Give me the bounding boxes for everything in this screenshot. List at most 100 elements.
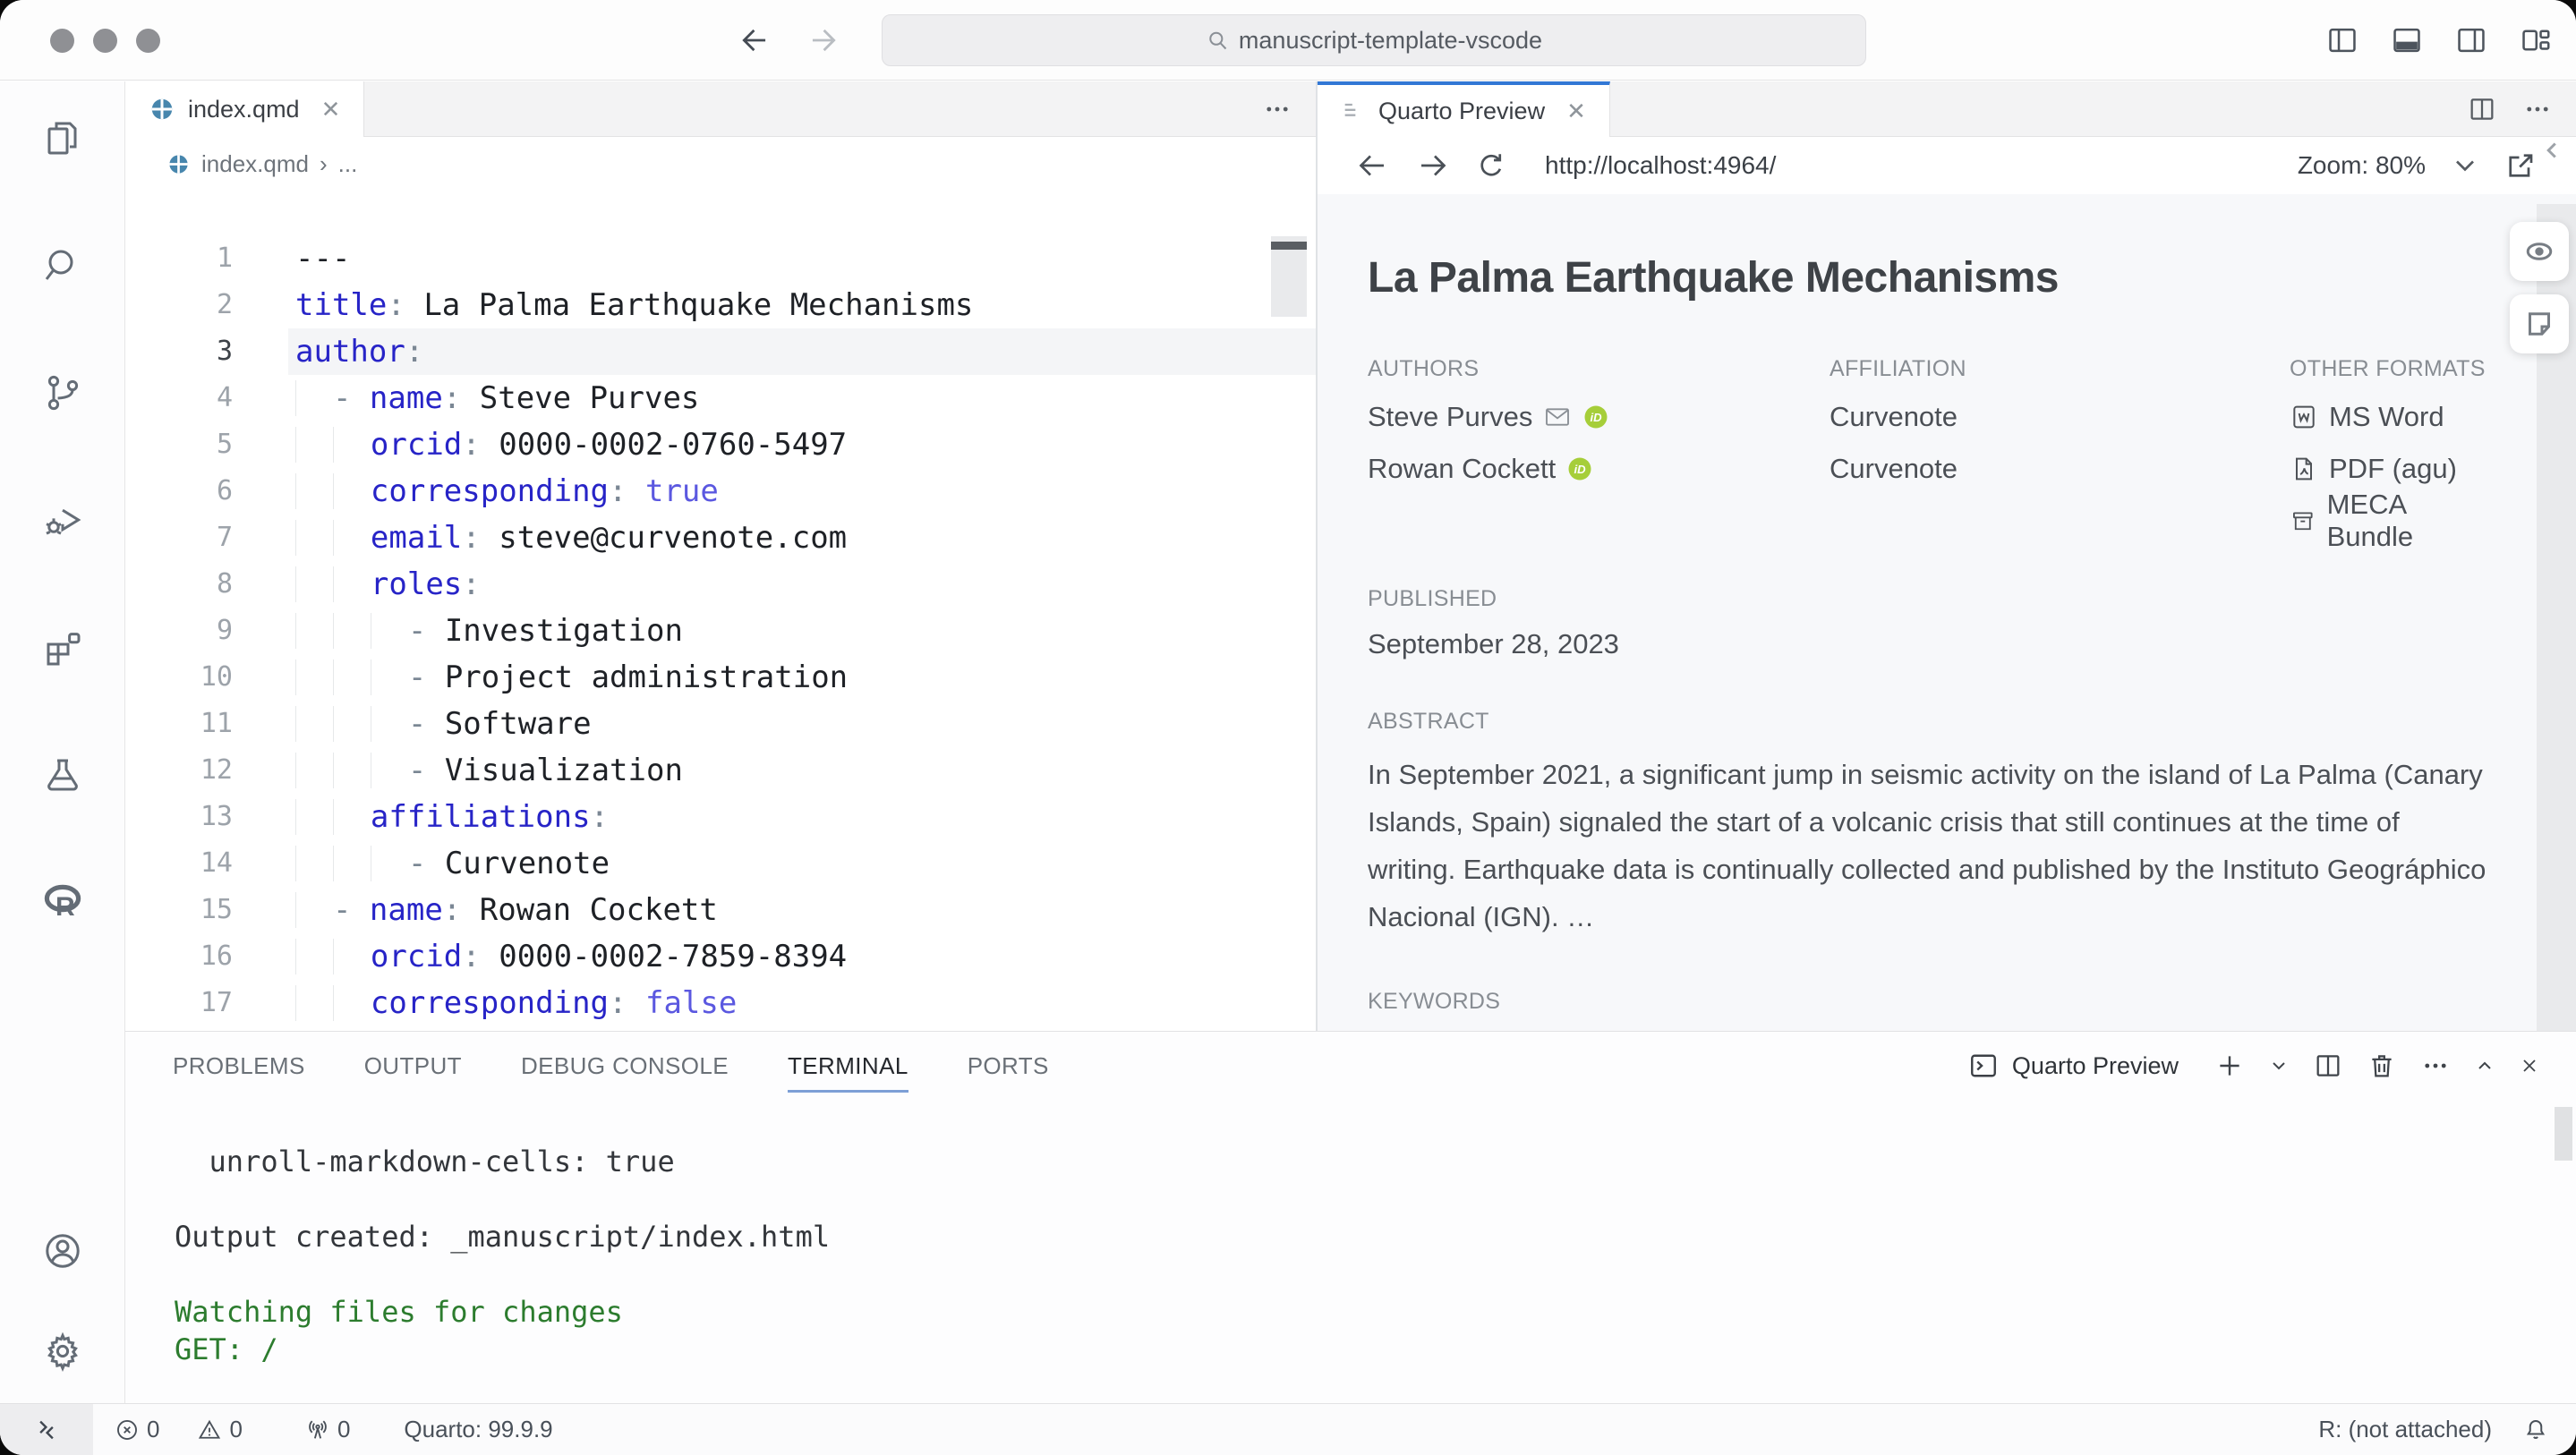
code-line-8[interactable]: 8 roles:: [125, 561, 1316, 608]
editor-scrollbar[interactable]: [1271, 236, 1307, 317]
launch-profile-chevron-icon[interactable]: [2268, 1055, 2290, 1076]
quarto-version[interactable]: Quarto: 99.9.9: [404, 1416, 552, 1443]
command-center-search[interactable]: manuscript-template-vscode: [882, 14, 1866, 66]
settings-gear-icon[interactable]: [41, 1330, 84, 1373]
panel-tab-debug-console[interactable]: DEBUG CONSOLE: [521, 1032, 729, 1100]
code-line-16[interactable]: 16 orcid: 0000-0002-7859-8394: [125, 933, 1316, 980]
maximize-panel-chevron-icon[interactable]: [2474, 1055, 2495, 1076]
kill-terminal-trash-icon[interactable]: [2367, 1051, 2397, 1081]
panel-tab-problems[interactable]: PROBLEMS: [173, 1032, 305, 1100]
terminal-output[interactable]: unroll-markdown-cells: trueOutput create…: [125, 1100, 2576, 1368]
zoom-window-icon[interactable]: [136, 29, 160, 53]
code-line-11[interactable]: 11 - Software: [125, 701, 1316, 747]
code-line-7[interactable]: 7 email: steve@curvenote.com: [125, 515, 1316, 561]
errors-count[interactable]: 0: [147, 1416, 159, 1443]
new-terminal-icon[interactable]: [2214, 1051, 2245, 1081]
code-lines: 1---2title: La Palma Earthquake Mechanis…: [125, 235, 1316, 1026]
r-language-icon[interactable]: R: [41, 880, 84, 923]
indent-guide: [295, 427, 333, 463]
accounts-icon[interactable]: [41, 1230, 84, 1272]
code-line-5[interactable]: 5 orcid: 0000-0002-0760-5497: [125, 421, 1316, 468]
terminal-scrollbar[interactable]: [2555, 1107, 2572, 1161]
code-line-1[interactable]: 1---: [125, 235, 1316, 282]
preview-url[interactable]: http://localhost:4964/: [1545, 151, 1776, 180]
panel-more-actions-icon[interactable]: [2420, 1051, 2451, 1081]
close-tab-icon[interactable]: ✕: [321, 96, 341, 123]
breadcrumb-more[interactable]: ...: [338, 150, 358, 178]
terminal-selector[interactable]: Quarto Preview: [1967, 1050, 2179, 1082]
line-number: 16: [125, 933, 288, 980]
notifications-bell-icon[interactable]: [2522, 1417, 2549, 1443]
code-line-3[interactable]: 3author:: [125, 328, 1316, 375]
toggle-sidebar-right-icon[interactable]: [2454, 23, 2488, 57]
code-line-4[interactable]: 4 - name: Steve Purves: [125, 375, 1316, 421]
warnings-count[interactable]: 0: [229, 1416, 242, 1443]
warnings-icon[interactable]: [197, 1417, 222, 1442]
ports-tower-icon[interactable]: [305, 1417, 330, 1442]
panel-tab-terminal[interactable]: TERMINAL: [788, 1032, 908, 1100]
toggle-visibility-button[interactable]: [2510, 222, 2569, 281]
refresh-icon[interactable]: [1475, 149, 1507, 182]
history-forward-icon[interactable]: [806, 23, 840, 57]
code-line-6[interactable]: 6 corresponding: true: [125, 468, 1316, 515]
minimize-window-icon[interactable]: [93, 29, 117, 53]
code-line-9[interactable]: 9 - Investigation: [125, 608, 1316, 654]
format-link-meca[interactable]: MECA Bundle: [2290, 504, 2486, 538]
code-line-14[interactable]: 14 - Curvenote: [125, 840, 1316, 887]
indent-guide: [295, 985, 333, 1021]
orcid-icon[interactable]: iD: [1582, 404, 1609, 430]
customize-layout-icon[interactable]: [2519, 23, 2553, 57]
editor-tab-bar: index.qmd ✕: [125, 81, 1316, 137]
toggle-sidebar-left-icon[interactable]: [2325, 23, 2359, 57]
more-actions-icon[interactable]: [1262, 94, 1292, 124]
code-line-13[interactable]: 13 affiliations:: [125, 794, 1316, 840]
split-terminal-icon[interactable]: [2313, 1051, 2343, 1081]
line-number: 12: [125, 747, 288, 794]
remote-indicator[interactable]: [0, 1404, 93, 1455]
code-line-17[interactable]: 17 corresponding: false: [125, 980, 1316, 1026]
code-line-10[interactable]: 10 - Project administration: [125, 654, 1316, 701]
tab-quarto-preview[interactable]: Quarto Preview ✕: [1318, 81, 1610, 137]
preview-toolbar: http://localhost:4964/ Zoom: 80%: [1318, 137, 2576, 194]
collapse-panel-chevron-icon[interactable]: [2538, 137, 2565, 164]
toggle-panel-icon[interactable]: [2390, 23, 2424, 57]
run-debug-icon[interactable]: [41, 498, 84, 541]
close-tab-icon[interactable]: ✕: [1566, 98, 1586, 125]
source-control-icon[interactable]: [41, 371, 84, 414]
format-link-ms-word[interactable]: MS Word: [2290, 400, 2486, 434]
close-panel-icon[interactable]: [2519, 1055, 2540, 1076]
preview-back-icon[interactable]: [1357, 149, 1389, 182]
code-text: title: La Palma Earthquake Mechanisms: [288, 282, 1316, 328]
preview-forward-icon[interactable]: [1416, 149, 1448, 182]
code-line-12[interactable]: 12 - Visualization: [125, 747, 1316, 794]
code-editor[interactable]: 1---2title: La Palma Earthquake Mechanis…: [125, 191, 1316, 1026]
testing-beaker-icon[interactable]: [41, 753, 84, 796]
panel-tab-output[interactable]: OUTPUT: [364, 1032, 462, 1100]
close-window-icon[interactable]: [50, 29, 74, 53]
more-actions-icon[interactable]: [2522, 94, 2553, 124]
format-link-pdf[interactable]: PDF (agu): [2290, 452, 2486, 486]
history-back-icon[interactable]: [738, 23, 772, 57]
code-line-15[interactable]: 15 - name: Rowan Cockett: [125, 887, 1316, 933]
authors-label: AUTHORS: [1368, 356, 1830, 382]
zoom-level[interactable]: Zoom: 80%: [2298, 151, 2426, 180]
r-status[interactable]: R: (not attached): [2318, 1416, 2492, 1443]
chevron-down-icon[interactable]: [2449, 149, 2481, 182]
errors-icon[interactable]: [115, 1417, 140, 1442]
orcid-icon[interactable]: iD: [1566, 455, 1593, 482]
breadcrumb[interactable]: index.qmd › ...: [125, 137, 1316, 191]
traffic-lights[interactable]: [50, 29, 160, 53]
open-external-icon[interactable]: [2504, 149, 2537, 182]
code-line-2[interactable]: 2title: La Palma Earthquake Mechanisms: [125, 282, 1316, 328]
notes-button[interactable]: [2510, 294, 2569, 353]
line-number: 1: [125, 235, 288, 282]
extensions-icon[interactable]: [41, 625, 84, 668]
tab-index-qmd[interactable]: index.qmd ✕: [125, 81, 364, 137]
split-editor-icon[interactable]: [2467, 94, 2497, 124]
panel-tab-ports[interactable]: PORTS: [968, 1032, 1049, 1100]
search-icon[interactable]: [41, 244, 84, 287]
explorer-files-icon[interactable]: [41, 117, 84, 160]
email-icon[interactable]: [1543, 403, 1572, 431]
breadcrumb-file[interactable]: index.qmd: [201, 150, 309, 178]
ports-count[interactable]: 0: [337, 1416, 350, 1443]
